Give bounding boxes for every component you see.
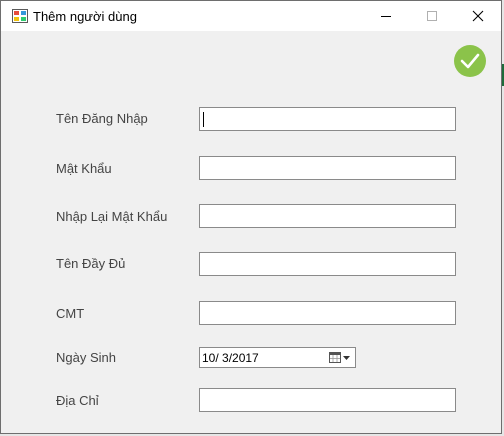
- password-label: Mật Khẩu: [56, 161, 112, 176]
- minimize-icon: [381, 16, 391, 17]
- add-user-dialog: Thêm người dùng Tên Đăng Nhập Mật Khẩu N…: [0, 0, 502, 434]
- dob-date-picker[interactable]: 10/ 3/2017: [199, 347, 356, 368]
- password-input[interactable]: [199, 156, 456, 180]
- text-caret: [203, 112, 204, 127]
- close-button[interactable]: [455, 1, 501, 31]
- maximize-icon: [427, 11, 437, 21]
- confirm-password-input[interactable]: [199, 204, 456, 228]
- dob-label: Ngày Sinh: [56, 350, 116, 365]
- dob-value: 10/ 3/2017: [202, 351, 259, 365]
- app-icon: [12, 9, 28, 23]
- calendar-dropdown-icon[interactable]: [329, 351, 351, 364]
- address-input[interactable]: [199, 388, 456, 412]
- id-number-label: CMT: [56, 306, 85, 321]
- minimize-button[interactable]: [363, 1, 409, 31]
- confirm-button[interactable]: [454, 45, 486, 77]
- username-label: Tên Đăng Nhập: [56, 111, 148, 126]
- close-icon: [472, 10, 484, 22]
- maximize-button[interactable]: [409, 1, 455, 31]
- address-label: Địa Chỉ: [56, 393, 99, 408]
- confirm-password-label: Nhập Lại Mật Khẩu: [56, 209, 168, 224]
- title-bar: Thêm người dùng: [1, 1, 501, 31]
- username-input[interactable]: [199, 107, 456, 131]
- id-number-input[interactable]: [199, 301, 456, 325]
- check-icon: [460, 53, 480, 69]
- fullname-label: Tên Đầy Đủ: [56, 256, 126, 271]
- fullname-input[interactable]: [199, 252, 456, 276]
- window-title: Thêm người dùng: [33, 9, 137, 24]
